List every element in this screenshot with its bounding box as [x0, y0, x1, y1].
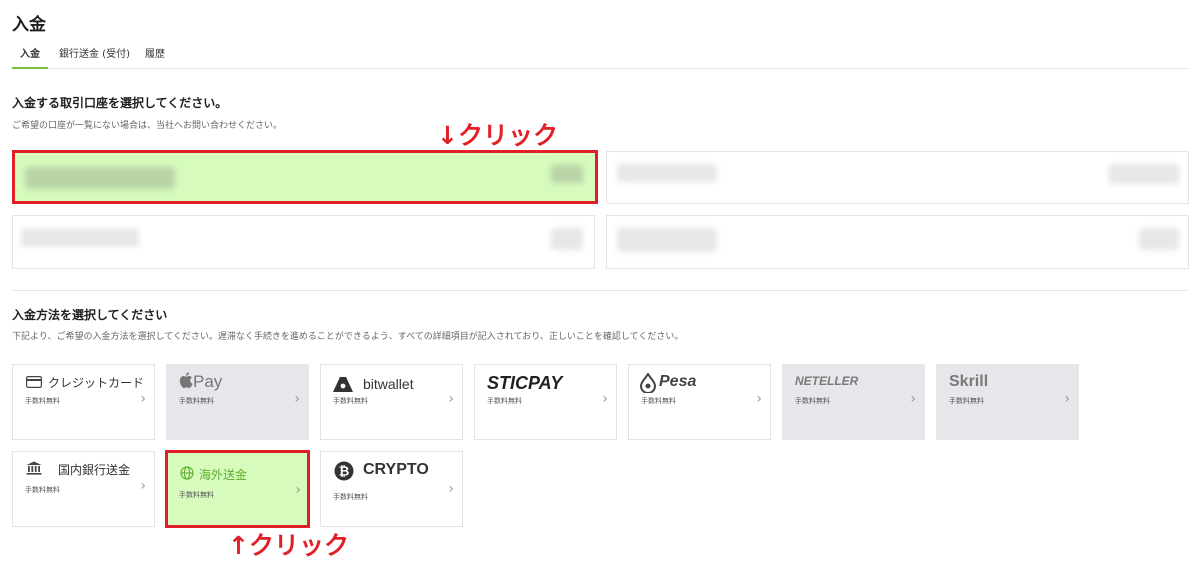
method-label: STICPAY: [487, 373, 563, 393]
blurred-account-balance: [1109, 164, 1179, 184]
svg-text:₿: ₿: [339, 465, 350, 480]
method-neteller[interactable]: NETELLER 手数料無料 ›: [782, 364, 925, 440]
tab-history[interactable]: 履歴: [145, 44, 165, 69]
annotation-click-down: ↓クリック: [437, 121, 558, 150]
methods-section-title: 入金方法を選択してください: [12, 308, 168, 322]
method-bitwallet[interactable]: bitwallet 手数料無料 ›: [320, 364, 463, 440]
account-card-selected[interactable]: [12, 150, 598, 204]
method-fee: 手数料無料: [25, 397, 60, 405]
chevron-right-icon: ›: [1064, 391, 1070, 407]
method-label: Pesa: [659, 373, 697, 390]
chevron-right-icon: ›: [294, 391, 300, 407]
method-domestic-bank-transfer[interactable]: 国内銀行送金 手数料無料 ›: [12, 451, 155, 527]
method-fee: 手数料無料: [25, 486, 60, 494]
method-label: Skrill: [949, 373, 989, 390]
chevron-right-icon: ›: [756, 391, 762, 407]
blurred-account-balance: [551, 165, 583, 183]
method-fee: 手数料無料: [333, 397, 368, 405]
method-label: bitwallet: [363, 376, 414, 392]
method-fee: 手数料無料: [333, 493, 368, 501]
chevron-right-icon: ›: [295, 482, 301, 498]
method-fee: 手数料無料: [487, 397, 522, 405]
pesa-icon: [639, 373, 657, 393]
blurred-account-name: [25, 167, 175, 189]
method-fee: 手数料無料: [795, 397, 830, 405]
chevron-right-icon: ›: [448, 391, 454, 407]
method-label: CRYPTO: [363, 461, 429, 478]
account-card[interactable]: [606, 215, 1189, 269]
bank-icon: [25, 461, 43, 475]
chevron-right-icon: ›: [602, 391, 608, 407]
tab-bank-transfer-received[interactable]: 銀行送金 (受付): [59, 44, 130, 69]
method-crypto[interactable]: ₿ CRYPTO 手数料無料 ›: [320, 451, 463, 527]
method-fee: 手数料無料: [949, 397, 984, 405]
account-card[interactable]: [606, 151, 1189, 204]
method-skrill[interactable]: Skrill 手数料無料 ›: [936, 364, 1079, 440]
method-label: 国内銀行送金: [58, 463, 131, 477]
blurred-account-name: [21, 229, 139, 247]
chevron-right-icon: ›: [140, 391, 146, 407]
globe-icon: [178, 466, 196, 480]
bitwallet-icon: [332, 375, 354, 393]
blurred-account-balance: [551, 228, 583, 250]
credit-card-icon: [25, 375, 43, 389]
method-label: NETELLER: [795, 374, 859, 388]
method-label: クレジットカード: [48, 376, 145, 390]
method-fee: 手数料無料: [179, 491, 214, 499]
accounts-section-title: 入金する取引口座を選択してください。: [12, 96, 228, 110]
bitcoin-icon: ₿: [334, 461, 354, 481]
method-credit-card[interactable]: クレジットカード 手数料無料 ›: [12, 364, 155, 440]
tab-bar: 入金 銀行送金 (受付) 履歴: [12, 44, 1188, 69]
tab-deposit[interactable]: 入金: [12, 44, 48, 69]
section-divider: [12, 290, 1188, 291]
page-title: 入金: [12, 15, 46, 35]
method-pesa[interactable]: Pesa 手数料無料 ›: [628, 364, 771, 440]
method-sticpay[interactable]: STICPAY 手数料無料 ›: [474, 364, 617, 440]
blurred-account-name: [617, 228, 717, 252]
method-fee: 手数料無料: [179, 397, 214, 405]
accounts-section-description: ご希望の口座が一覧にない場合は、当社へお問い合わせください。: [12, 121, 283, 131]
annotation-click-up: ↑クリック: [228, 531, 349, 560]
method-apple-pay[interactable]: Pay 手数料無料 ›: [166, 364, 309, 440]
blurred-account-balance: [1139, 228, 1179, 250]
account-card[interactable]: [12, 215, 595, 269]
method-label: Pay: [193, 372, 223, 391]
method-label: 海外送金: [199, 468, 248, 482]
blurred-account-name: [617, 164, 717, 182]
chevron-right-icon: ›: [448, 481, 454, 497]
chevron-right-icon: ›: [140, 478, 146, 494]
methods-section-description: 下記より、ご希望の入金方法を選択してください。遅滞なく手続きを進めることができる…: [12, 332, 684, 342]
method-overseas-transfer[interactable]: 海外送金 手数料無料 ›: [165, 450, 310, 528]
chevron-right-icon: ›: [910, 391, 916, 407]
method-fee: 手数料無料: [641, 397, 676, 405]
